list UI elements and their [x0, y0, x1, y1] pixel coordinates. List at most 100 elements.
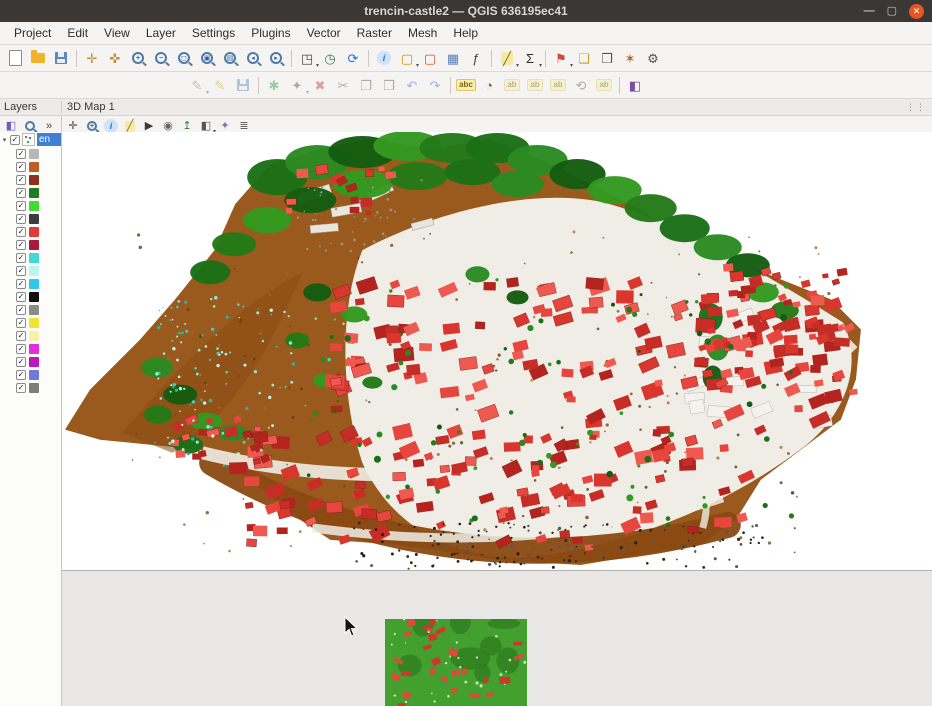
maximize-button[interactable]: ▢: [887, 6, 897, 17]
layer-diagram-icon[interactable]: ◔: [478, 74, 500, 96]
zoom-to-layer-icon[interactable]: ▤: [219, 47, 241, 69]
layer-class-checkbox[interactable]: ✓: [16, 318, 26, 328]
icon-glyph: ◧: [629, 79, 641, 92]
menu-layer[interactable]: Layer: [138, 24, 184, 42]
pin-labels-icon[interactable]: ab: [501, 74, 523, 96]
save-project-icon[interactable]: [50, 47, 72, 69]
pan-to-selection-icon[interactable]: ✜: [104, 47, 126, 69]
map3d-panel-header: 3D Map 1 ⋮⋮: [62, 101, 932, 113]
layer-labeling-icon[interactable]: abc: [455, 74, 477, 96]
temporal-controller-icon[interactable]: ◷: [319, 47, 341, 69]
2d-map-canvas[interactable]: [62, 571, 932, 706]
vertex-tool-icon[interactable]: ✦▾: [286, 74, 308, 96]
icon-glyph: ❑: [578, 52, 590, 65]
minimize-button[interactable]: —: [864, 6, 875, 17]
layer-name[interactable]: en: [37, 133, 61, 146]
panel-grip-icon[interactable]: ⋮⋮: [906, 102, 926, 113]
open-attribute-table-icon[interactable]: ▦: [442, 47, 464, 69]
zoom-in-icon[interactable]: +: [127, 47, 149, 69]
paste-features-icon[interactable]: ❒: [378, 74, 400, 96]
rotate-label-icon[interactable]: ⟲: [570, 74, 592, 96]
delete-selected-icon[interactable]: ✖: [309, 74, 331, 96]
menu-raster[interactable]: Raster: [349, 24, 400, 42]
measure-line-icon[interactable]: ╱▾: [496, 47, 518, 69]
show-map-tips-icon[interactable]: ❑: [573, 47, 595, 69]
move-label-icon[interactable]: ab: [547, 74, 569, 96]
layer-class-checkbox[interactable]: ✓: [16, 370, 26, 380]
menu-edit[interactable]: Edit: [59, 24, 96, 42]
layer-class-checkbox[interactable]: ✓: [16, 357, 26, 367]
select-features-icon[interactable]: ▢▾: [396, 47, 418, 69]
close-button[interactable]: ✕: [909, 4, 924, 19]
current-edits-icon[interactable]: ✎▾: [186, 74, 208, 96]
zoom-next-icon[interactable]: ▸: [265, 47, 287, 69]
processing-toolbox-icon[interactable]: ⚙: [642, 47, 664, 69]
toggle-editing-icon[interactable]: ✎: [209, 74, 231, 96]
icon-glyph: ✱: [269, 79, 280, 92]
undo-icon[interactable]: ↶: [401, 74, 423, 96]
layer-class-checkbox[interactable]: ✓: [16, 344, 26, 354]
menu-view[interactable]: View: [96, 24, 138, 42]
icon-glyph: ◔: [485, 79, 493, 92]
3d-map-canvas[interactable]: [62, 132, 932, 571]
add-feature-icon[interactable]: ✱: [263, 74, 285, 96]
main-toolbar: ✛✜+−◻▣▤ ◂ ▸ ◳▾◷⟳ i▢▾ ▢ ▦ƒ ╱▾Σ▾ ⚑▾ ❑ ❒ ✶ ⚙: [0, 45, 932, 72]
copy-features-icon[interactable]: ❐: [355, 74, 377, 96]
new-3d-map-view-icon[interactable]: ◳▾: [296, 47, 318, 69]
icon-glyph: ◧: [201, 121, 211, 132]
zoom-out-icon[interactable]: −: [150, 47, 172, 69]
layer-class-checkbox[interactable]: ✓: [16, 227, 26, 237]
icon-glyph: ▢: [424, 52, 436, 65]
menu-vector[interactable]: Vector: [299, 24, 349, 42]
highlight-pinned-labels-icon[interactable]: ab: [524, 74, 546, 96]
layer-class-checkbox[interactable]: ✓: [16, 188, 26, 198]
layer-class-checkbox[interactable]: ✓: [16, 266, 26, 276]
layer-class-checkbox[interactable]: ✓: [16, 201, 26, 211]
layer-class-checkbox[interactable]: ✓: [16, 214, 26, 224]
statistical-summary-icon[interactable]: Σ▾: [519, 47, 541, 69]
menu-help[interactable]: Help: [445, 24, 486, 42]
field-calculator-icon[interactable]: ƒ: [465, 47, 487, 69]
expander-icon[interactable]: ▾: [1, 136, 8, 144]
layer-class-checkbox[interactable]: ✓: [16, 149, 26, 159]
identify-features-icon[interactable]: i: [373, 47, 395, 69]
titlebar[interactable]: trencin-castle2 — QGIS 636195ec41 — ▢ ✕: [0, 0, 932, 22]
redo-icon[interactable]: ↷: [424, 74, 446, 96]
zoom-full-extent-icon[interactable]: ◻: [173, 47, 195, 69]
zoom-to-selection-icon[interactable]: ▣: [196, 47, 218, 69]
icon-glyph: ◂: [247, 52, 259, 64]
layer-class-checkbox[interactable]: ✓: [16, 383, 26, 393]
pan-map-icon[interactable]: ✛: [81, 47, 103, 69]
refresh-map-icon[interactable]: ⟳: [342, 47, 364, 69]
layer-class-checkbox[interactable]: ✓: [16, 253, 26, 263]
layer-class-checkbox[interactable]: ✓: [16, 305, 26, 315]
change-label-icon[interactable]: ab: [593, 74, 615, 96]
menu-mesh[interactable]: Mesh: [400, 24, 445, 42]
layer-styling-icon[interactable]: ◧: [624, 74, 646, 96]
icon-glyph: ✶: [625, 52, 636, 65]
save-layer-edits-icon[interactable]: [232, 74, 254, 96]
layers-panel: ▾ ✓ en ✓ ✓ ✓ ✓ ✓ ✓ ✓ ✓ ✓ ✓ ✓ ✓ ✓ ✓ ✓ ✓ ✓ ✓ ✓: [0, 132, 62, 706]
new-project-icon[interactable]: [4, 47, 26, 69]
new-spatial-bookmark-icon[interactable]: ⚑▾: [550, 47, 572, 69]
layer-class-checkbox[interactable]: ✓: [16, 331, 26, 341]
layer-class-checkbox[interactable]: ✓: [16, 162, 26, 172]
zoom-last-icon[interactable]: ◂: [242, 47, 264, 69]
layer-class-checkbox[interactable]: ✓: [16, 240, 26, 250]
map-views: [62, 132, 932, 706]
layer-class-checkbox[interactable]: ✓: [16, 175, 26, 185]
style-manager-icon[interactable]: ✶: [619, 47, 641, 69]
menu-project[interactable]: Project: [6, 24, 59, 42]
layer-class-checkbox[interactable]: ✓: [16, 292, 26, 302]
toolbar-separator: [76, 50, 77, 67]
deselect-features-icon[interactable]: ▢: [419, 47, 441, 69]
layer-class-checkbox[interactable]: ✓: [16, 279, 26, 289]
layer-item-root[interactable]: ▾ ✓ en: [0, 132, 61, 147]
open-project-icon[interactable]: [27, 47, 49, 69]
cut-features-icon[interactable]: ✂: [332, 74, 354, 96]
menu-plugins[interactable]: Plugins: [243, 24, 298, 42]
main-area: ▾ ✓ en ✓ ✓ ✓ ✓ ✓ ✓ ✓ ✓ ✓ ✓ ✓ ✓ ✓ ✓ ✓ ✓ ✓ ✓ ✓: [0, 132, 932, 706]
menu-settings[interactable]: Settings: [184, 24, 243, 42]
layout-manager-icon[interactable]: ❒: [596, 47, 618, 69]
layer-checkbox[interactable]: ✓: [10, 135, 20, 145]
